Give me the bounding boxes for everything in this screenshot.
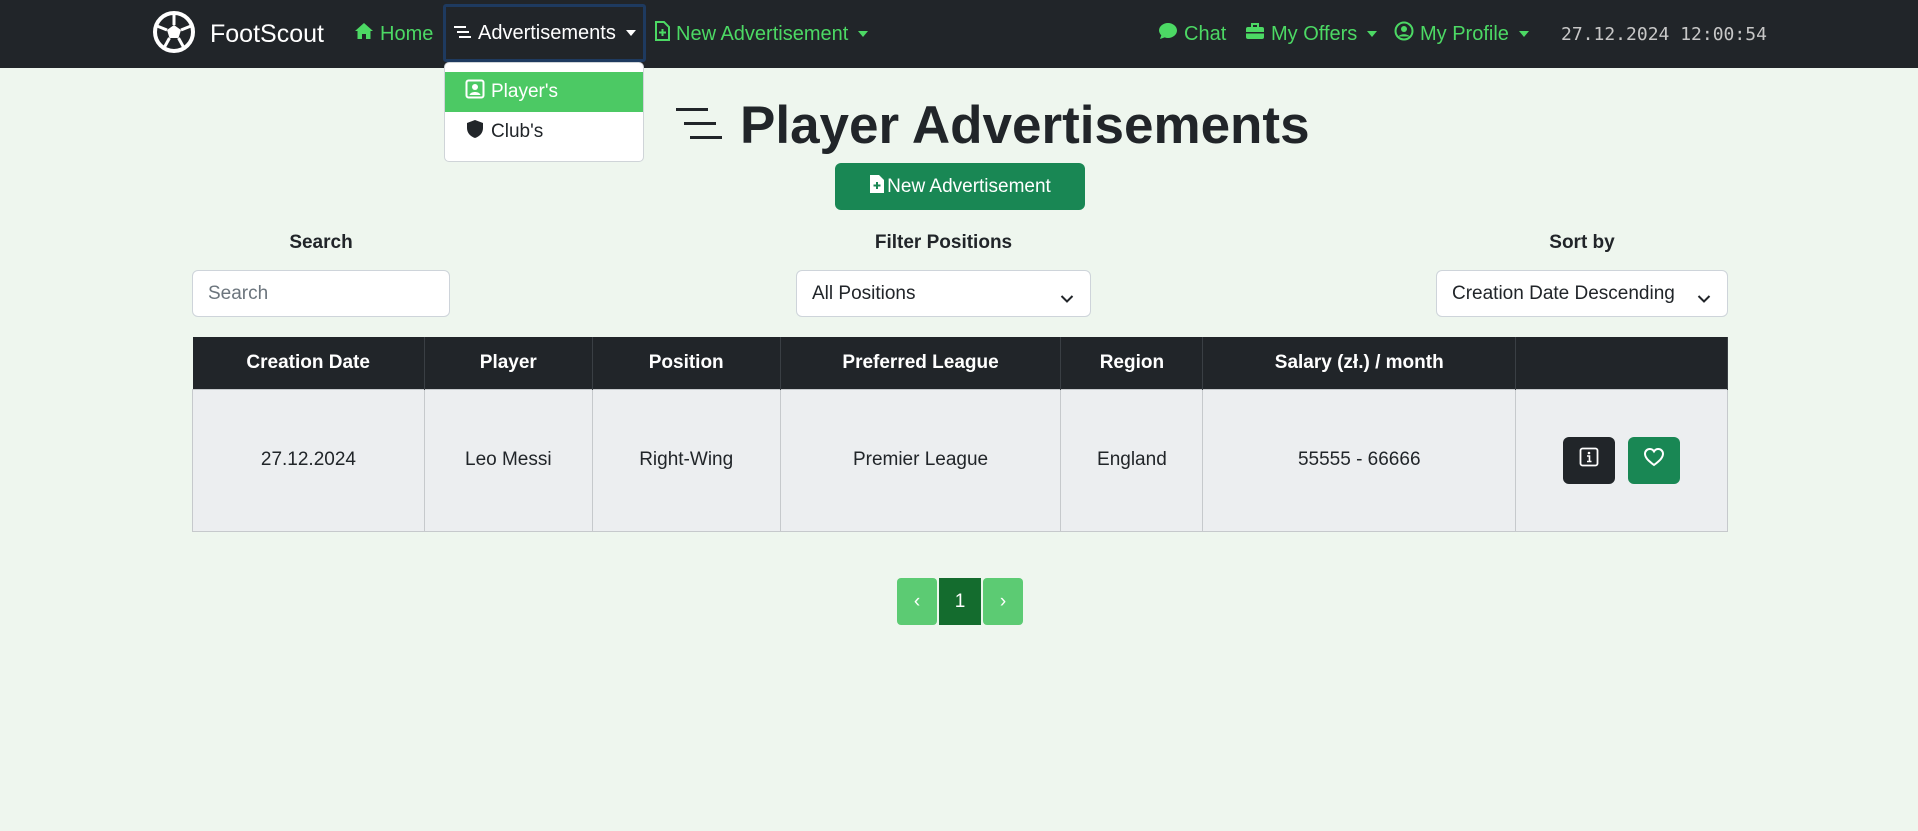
positions-select-value: All Positions [812,282,916,304]
caret-down-icon [625,30,636,36]
header-actions [1515,337,1728,389]
table-row: 27.12.2024 Leo Messi Right-Wing Premier … [192,388,1728,532]
chevron-down-icon [1060,288,1074,310]
nav-chat[interactable]: Chat [1158,0,1226,68]
pagination-next[interactable]: › [983,578,1023,625]
advertisements-table: Creation Date Player Position Preferred … [192,337,1728,532]
header-position[interactable]: Position [592,337,781,389]
nav-my-profile[interactable]: My Profile [1394,0,1529,68]
nav-chat-label: Chat [1184,22,1227,45]
nav-advertisements-label: Advertisements [478,21,616,44]
header-salary[interactable]: Salary (zł.) / month [1202,337,1517,389]
positions-select[interactable]: All Positions [796,270,1091,317]
pagination: ‹ 1 › [897,578,1023,625]
nav-my-offers-label: My Offers [1271,22,1358,45]
brand[interactable]: FootScout [152,10,324,59]
new-advertisement-button[interactable]: New Advertisement [835,163,1085,210]
caret-down-icon [858,31,869,37]
details-button[interactable] [1563,436,1616,484]
page-title: Player Advertisements [676,92,1310,158]
shield-icon [465,119,485,145]
page-title-text: Player Advertisements [740,95,1310,155]
header-preferred-league[interactable]: Preferred League [780,337,1062,389]
sort-by-label: Sort by [1549,232,1615,253]
caret-down-icon [1518,31,1529,37]
soccer-ball-icon [152,10,196,59]
file-plus-icon [654,21,670,47]
briefcase-icon [1245,22,1265,46]
datetime-display: 27.12.2024 12:00:54 [1561,23,1767,45]
cell-actions [1515,388,1728,532]
chevron-down-icon [1697,288,1711,310]
favorite-button[interactable] [1628,436,1681,484]
sort-select-value: Creation Date Descending [1452,282,1675,304]
person-badge-icon [465,79,485,105]
user-circle-icon [1394,21,1414,47]
nav-advertisements[interactable]: Advertisements [443,4,646,62]
chat-icon [1158,21,1178,47]
cell-preferred-league: Premier League [779,388,1062,532]
pagination-page[interactable]: 1 [939,578,981,625]
search-label: Search [289,232,353,253]
table-header-row: Creation Date Player Position Preferred … [192,337,1728,389]
dropdown-item-clubs[interactable]: Club's [445,112,643,152]
header-player[interactable]: Player [424,337,593,389]
info-square-icon [1579,447,1599,473]
nav-new-advertisement[interactable]: New Advertisement [654,0,869,68]
search-field [192,270,450,317]
navbar: FootScout Home Advertisements New Advert… [0,0,1918,68]
cell-position: Right-Wing [591,388,781,532]
cell-player: Leo Messi [423,388,593,532]
advertisements-dropdown: Player's Club's [444,62,644,162]
nav-my-profile-label: My Profile [1420,22,1509,45]
dropdown-item-players[interactable]: Player's [445,72,643,112]
nav-home[interactable]: Home [354,0,433,68]
pagination-prev[interactable]: ‹ [897,578,937,625]
file-plus-icon [869,174,885,200]
search-input[interactable] [208,282,449,305]
filter-positions-label: Filter Positions [874,232,1013,253]
nav-home-label: Home [380,22,434,45]
list-lines-icon [454,22,472,45]
nav-my-offers[interactable]: My Offers [1245,0,1378,68]
heart-icon [1643,447,1665,473]
dropdown-item-label: Player's [491,81,558,102]
home-icon [354,22,374,46]
dropdown-item-label: Club's [491,121,544,142]
header-creation-date[interactable]: Creation Date [192,337,425,389]
new-advertisement-label: New Advertisement [887,175,1051,197]
cell-creation-date: 27.12.2024 [192,388,425,532]
cell-salary: 55555 - 66666 [1202,388,1517,532]
list-lines-icon [676,105,724,146]
nav-new-advertisement-label: New Advertisement [676,22,849,45]
sort-select[interactable]: Creation Date Descending [1436,270,1728,317]
caret-down-icon [1367,31,1378,37]
brand-name: FootScout [210,19,324,48]
header-region[interactable]: Region [1060,337,1204,389]
cell-region: England [1060,388,1204,532]
